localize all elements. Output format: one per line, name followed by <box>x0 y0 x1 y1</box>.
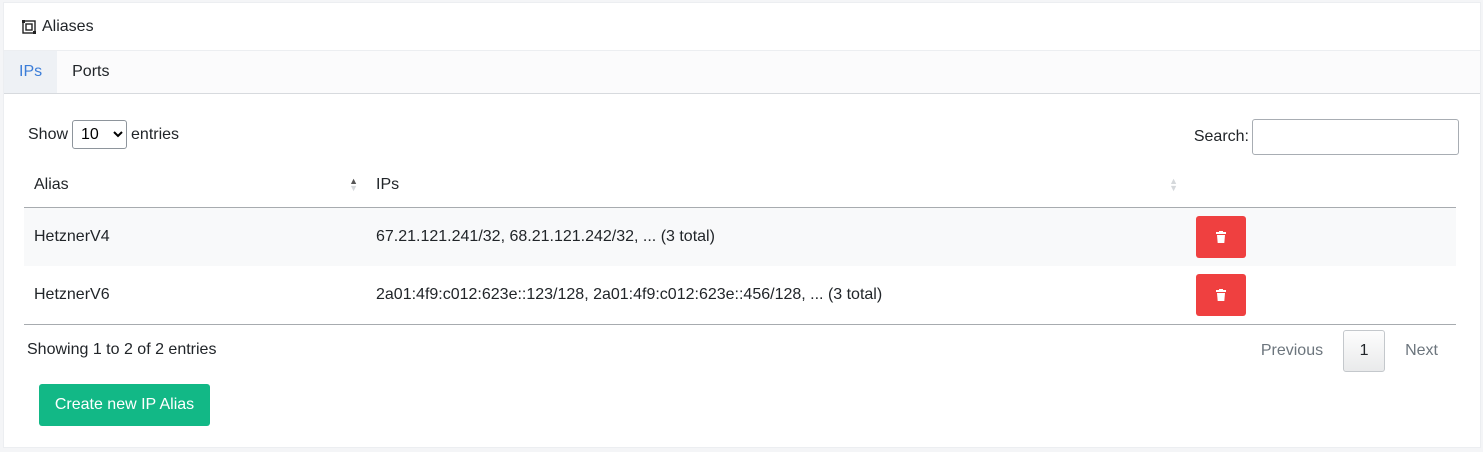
alias-box-icon <box>22 19 36 34</box>
tab-bar: IPs Ports <box>4 51 1480 94</box>
table-row: HetznerV4 67.21.121.241/32, 68.21.121.24… <box>24 207 1456 266</box>
next-page-button[interactable]: Next <box>1385 330 1458 372</box>
entries-label: entries <box>131 125 180 143</box>
search-label: Search: <box>1193 128 1249 145</box>
delete-button[interactable] <box>1196 216 1246 258</box>
table-header-row: Alias ▲ ▼ IPs ▲ ▼ <box>24 162 1456 208</box>
search-input[interactable] <box>1252 119 1459 155</box>
sort-both-icon: ▲ ▼ <box>1169 175 1178 193</box>
previous-page-button[interactable]: Previous <box>1241 330 1343 372</box>
tab-ports[interactable]: Ports <box>57 51 124 93</box>
tab-ips[interactable]: IPs <box>4 51 58 93</box>
card-header: Aliases <box>4 3 1480 51</box>
column-label-ips: IPs <box>376 175 400 193</box>
page-1-button[interactable]: 1 <box>1343 330 1386 372</box>
ips-cell: 2a01:4f9:c012:623e::123/128, 2a01:4f9:c0… <box>366 266 1186 325</box>
trash-icon <box>1216 289 1226 301</box>
alias-cell: HetznerV6 <box>24 266 366 325</box>
column-header-actions <box>1186 162 1456 208</box>
actions-cell <box>1186 266 1456 325</box>
search-box: Search: <box>1194 119 1459 155</box>
alias-cell: HetznerV4 <box>24 207 366 266</box>
entries-select[interactable]: 10 <box>72 120 128 149</box>
page-title: Aliases <box>42 17 94 35</box>
pagination: Previous 1 Next <box>1241 330 1458 372</box>
create-ip-alias-button[interactable]: Create new IP Alias <box>39 384 210 426</box>
delete-button[interactable] <box>1196 274 1246 316</box>
trash-icon <box>1216 231 1226 243</box>
table-info: Showing 1 to 2 of 2 entries <box>27 341 217 358</box>
actions-cell <box>1186 207 1456 266</box>
table-controls: Show 10 entries Search: <box>24 119 1459 159</box>
ips-cell: 67.21.121.241/32, 68.21.121.242/32, ... … <box>366 207 1186 266</box>
entries-length: Show 10 entries <box>28 120 179 149</box>
column-header-alias[interactable]: Alias ▲ ▼ <box>24 162 366 208</box>
column-label-alias: Alias <box>34 175 69 193</box>
column-header-ips[interactable]: IPs ▲ ▼ <box>366 162 1186 208</box>
sort-asc-icon: ▲ ▼ <box>349 175 358 193</box>
show-label: Show <box>28 125 69 143</box>
table-row: HetznerV6 2a01:4f9:c012:623e::123/128, 2… <box>24 266 1456 325</box>
aliases-table: Alias ▲ ▼ IPs ▲ ▼ HetznerV4 67.21.121.241/… <box>24 162 1456 325</box>
